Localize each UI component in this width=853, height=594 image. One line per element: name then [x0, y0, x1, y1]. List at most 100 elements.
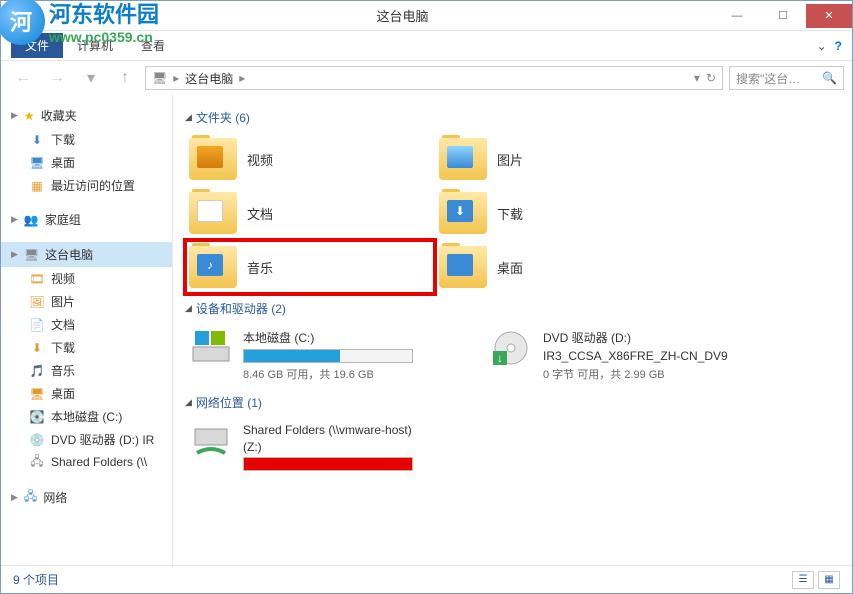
sidebar-favorites-header[interactable]: ▶ ★ 收藏夹: [1, 103, 172, 128]
ribbon-expand-icon[interactable]: ⌄: [817, 39, 827, 53]
folder-downloads[interactable]: ⬇ 下载: [435, 186, 685, 240]
sidebar-item-desktop2[interactable]: 🖥桌面: [1, 382, 172, 405]
section-header-devices[interactable]: ◢ 设备和驱动器 (2): [185, 294, 840, 323]
netdrive-shared-folders[interactable]: Shared Folders (\\vmware-host) (Z:): [185, 417, 485, 480]
sidebar-network-header[interactable]: ▶ 🖧 网络: [1, 483, 172, 512]
content-pane: ◢ 文件夹 (6) 视频 图片 文档 ⬇ 下载 ♪ 音乐: [173, 95, 852, 567]
window-controls: — ☐ ✕: [714, 4, 852, 28]
folder-videos[interactable]: 视频: [185, 132, 435, 186]
sidebar-item-label: 最近访问的位置: [51, 177, 135, 194]
drive-name: Shared Folders (\\vmware-host): [243, 423, 481, 437]
search-icon: 🔍: [822, 71, 837, 85]
folder-label: 文档: [247, 204, 273, 223]
sidebar-item-downloads2[interactable]: ⬇ 下载: [1, 336, 172, 359]
dvd-icon: 💿: [29, 432, 45, 448]
breadcrumb-sep2[interactable]: ▸: [239, 71, 245, 85]
sidebar-item-music[interactable]: 🎵音乐: [1, 359, 172, 382]
view-icons-button[interactable]: ▦: [818, 571, 840, 589]
help-icon[interactable]: ?: [835, 39, 842, 53]
folder-icon: [189, 138, 237, 180]
sidebar-homegroup-label: 家庭组: [45, 211, 81, 228]
drive-name2: IR3_CCSA_X86FRE_ZH-CN_DV9: [543, 349, 781, 363]
address-breadcrumb[interactable]: 🖥 ▸ 这台电脑 ▸ ▾ ↻: [145, 66, 723, 90]
netdrive-icon: 🖧: [29, 454, 45, 470]
ribbon-file-tab[interactable]: 文件: [11, 33, 63, 58]
sidebar-item-label: 下载: [51, 339, 75, 356]
sidebar-item-pictures[interactable]: 🖼图片: [1, 290, 172, 313]
drive-dvd-d[interactable]: ↓ DVD 驱动器 (D:) IR3_CCSA_X86FRE_ZH-CN_DV9…: [485, 323, 785, 388]
drive-subtext: 0 字节 可用，共 2.99 GB: [543, 366, 781, 382]
breadcrumb-sep: ▸: [173, 71, 179, 85]
section-header-folders[interactable]: ◢ 文件夹 (6): [185, 103, 840, 132]
address-dropdown-icon[interactable]: ▾: [694, 71, 700, 85]
sidebar-item-label: DVD 驱动器 (D:) IR: [51, 431, 154, 448]
drive-local-c[interactable]: 本地磁盘 (C:) 8.46 GB 可用，共 19.6 GB: [185, 323, 485, 388]
folder-icon: [189, 192, 237, 234]
section-title: 文件夹 (6): [196, 109, 250, 126]
window-title: 这台电脑: [91, 6, 714, 25]
sidebar-thispc-header[interactable]: ▶ 🖥 这台电脑: [1, 242, 172, 267]
sidebar-item-label: 下载: [51, 131, 75, 148]
sidebar-item-localdisk-c[interactable]: 💽本地磁盘 (C:): [1, 405, 172, 428]
drive-fill: [244, 458, 412, 470]
minimize-button[interactable]: —: [714, 4, 760, 28]
nav-back-button[interactable]: ←: [9, 66, 37, 90]
twisty-icon: ▶: [11, 492, 18, 503]
folder-desktop[interactable]: 桌面: [435, 240, 685, 294]
breadcrumb-root[interactable]: 这台电脑: [185, 70, 233, 87]
nav-forward-button[interactable]: →: [43, 66, 71, 90]
section-header-netloc[interactable]: ◢ 网络位置 (1): [185, 388, 840, 417]
ribbon-tab-view[interactable]: 查看: [127, 33, 179, 58]
nav-up-button[interactable]: ↑: [111, 66, 139, 90]
drive-capacity-bar: [243, 457, 413, 471]
sidebar-item-label: 本地磁盘 (C:): [51, 408, 122, 425]
folder-music[interactable]: ♪ 音乐: [185, 240, 435, 294]
qat-sep: |: [67, 7, 85, 25]
star-icon: ★: [24, 109, 35, 123]
sidebar-item-documents[interactable]: 📄文档: [1, 313, 172, 336]
nav-history-button[interactable]: ▾: [77, 66, 105, 90]
drive-fill: [244, 350, 340, 362]
folder-documents[interactable]: 文档: [185, 186, 435, 240]
collapse-icon: ◢: [185, 397, 192, 408]
desktop-icon: 🖥: [29, 155, 45, 171]
search-input[interactable]: 搜索"这台… 🔍: [729, 66, 844, 90]
sidebar-item-downloads[interactable]: ⬇下载: [1, 128, 172, 151]
sidebar-item-dvd-d[interactable]: 💿 DVD 驱动器 (D:) IR: [1, 428, 172, 451]
sidebar-item-videos[interactable]: 🎞视频: [1, 267, 172, 290]
sidebar-item-shared-folders[interactable]: 🖧Shared Folders (\\: [1, 451, 172, 473]
sidebar-item-label: 视频: [51, 270, 75, 287]
netdrive-icon: [189, 423, 233, 461]
drive-capacity-bar: [243, 349, 413, 363]
folder-label: 下载: [497, 204, 523, 223]
recent-icon: ▦: [29, 178, 45, 194]
svg-text:↓: ↓: [497, 351, 503, 365]
twisty-icon: ▶: [11, 249, 18, 260]
music-icon: 🎵: [29, 363, 45, 379]
qat-icon-2[interactable]: ▯: [27, 7, 45, 25]
properties-icon[interactable]: ▣: [7, 7, 25, 25]
folder-pictures[interactable]: 图片: [435, 132, 685, 186]
sidebar-homegroup-header[interactable]: ▶ 👥 家庭组: [1, 207, 172, 232]
download-icon: ⬇: [29, 340, 45, 356]
ribbon-tab-computer[interactable]: 计算机: [63, 33, 127, 58]
sidebar-item-desktop[interactable]: 🖥桌面: [1, 151, 172, 174]
close-button[interactable]: ✕: [806, 4, 852, 28]
folder-icon: [439, 138, 487, 180]
item-count: 9 个项目: [13, 571, 59, 588]
address-toolbar: ← → ▾ ↑ 🖥 ▸ 这台电脑 ▸ ▾ ↻ 搜索"这台… 🔍: [1, 61, 852, 95]
folder-label: 音乐: [247, 258, 273, 277]
refresh-button[interactable]: ↻: [706, 71, 716, 85]
drive-name: DVD 驱动器 (D:): [543, 329, 781, 346]
drive-subtext: 8.46 GB 可用，共 19.6 GB: [243, 366, 481, 382]
view-details-button[interactable]: ☰: [792, 571, 814, 589]
qat-dropdown-icon[interactable]: ▾: [47, 7, 65, 25]
collapse-icon: ◢: [185, 112, 192, 123]
maximize-button[interactable]: ☐: [760, 4, 806, 28]
ribbon-bar: 文件 计算机 查看 ⌄ ?: [1, 31, 852, 61]
drive-name2: (Z:): [243, 440, 481, 454]
sidebar-item-recent[interactable]: ▦ 最近访问的位置: [1, 174, 172, 197]
twisty-icon: ▶: [11, 110, 18, 121]
pc-icon: 🖥: [152, 71, 167, 85]
status-bar: 9 个项目 ☰ ▦: [1, 565, 852, 593]
